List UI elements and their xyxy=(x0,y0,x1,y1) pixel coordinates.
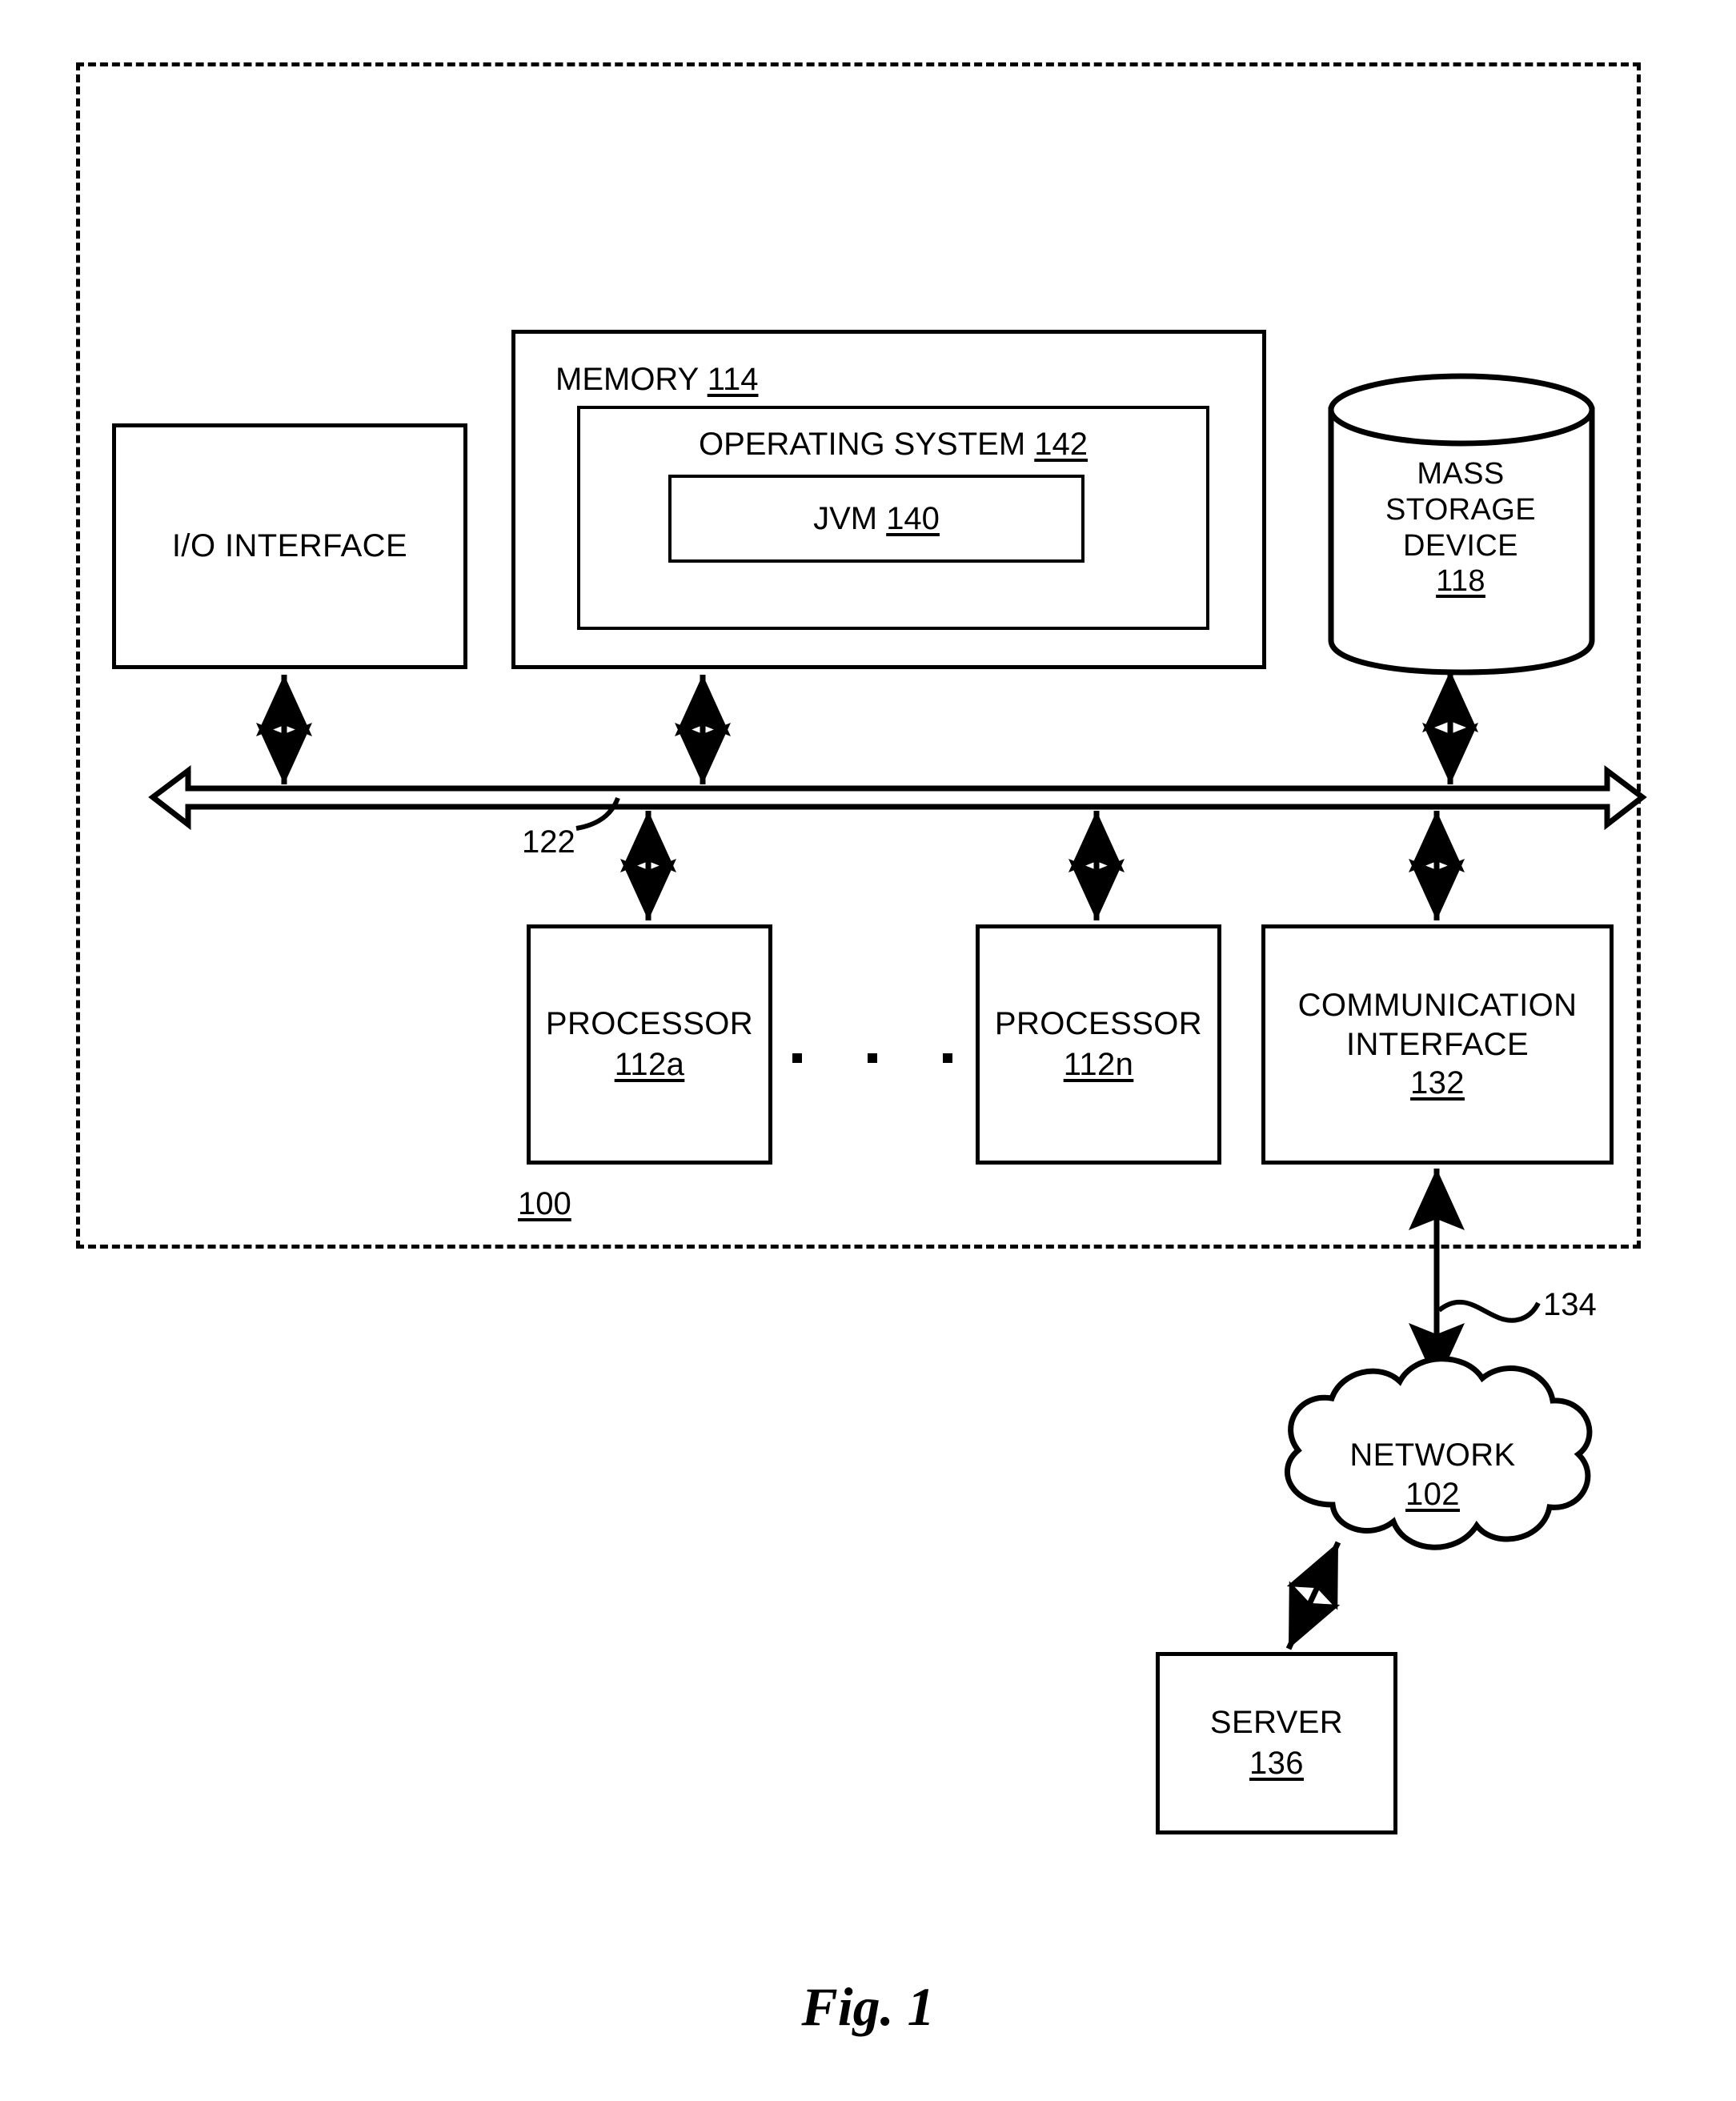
network-ref: 102 xyxy=(1405,1476,1460,1512)
server-box: SERVER 136 xyxy=(1156,1652,1397,1834)
mass-storage-device: MASS STORAGE DEVICE 118 xyxy=(1329,376,1593,664)
ellipsis-dot xyxy=(868,1053,877,1063)
processor-a-box: PROCESSOR 112a xyxy=(527,924,772,1165)
memory-box: MEMORY 114 OPERATING SYSTEM 142 JVM 140 xyxy=(511,330,1266,669)
ellipsis-dot xyxy=(943,1053,952,1063)
io-interface-label: I/O INTERFACE xyxy=(171,528,408,563)
operating-system-title: OPERATING SYSTEM 142 xyxy=(580,427,1206,463)
memory-ref: 114 xyxy=(707,362,759,397)
mass-storage-line3: DEVICE xyxy=(1403,528,1518,563)
mass-storage-line1: MASS xyxy=(1417,457,1505,491)
operating-system-label: OPERATING SYSTEM xyxy=(698,427,1026,462)
ellipsis-dot xyxy=(792,1053,802,1063)
mass-storage-line2: STORAGE xyxy=(1385,492,1536,527)
network-text: NETWORK 102 xyxy=(1273,1436,1593,1514)
memory-title: MEMORY 114 xyxy=(555,362,758,398)
system-ref-numeral: 100 xyxy=(518,1186,571,1221)
jvm-ref: 140 xyxy=(886,500,940,536)
processor-n-ref: 112n xyxy=(1063,1047,1134,1082)
io-interface-box: I/O INTERFACE xyxy=(112,423,467,669)
mass-storage-ref: 118 xyxy=(1436,564,1485,599)
communication-interface-ref: 132 xyxy=(1410,1065,1465,1101)
processor-n-box: PROCESSOR 112n xyxy=(976,924,1221,1165)
network-cloud: NETWORK 102 xyxy=(1273,1375,1593,1575)
server-ref: 136 xyxy=(1249,1746,1304,1781)
communication-interface-box: COMMUNICATION INTERFACE 132 xyxy=(1261,924,1614,1165)
operating-system-box: OPERATING SYSTEM 142 JVM 140 xyxy=(577,406,1209,630)
mass-storage-text: MASS STORAGE DEVICE 118 xyxy=(1329,456,1593,599)
jvm-box: JVM 140 xyxy=(668,475,1084,563)
network-link-ref-numeral: 134 xyxy=(1543,1287,1597,1322)
network-link-leader xyxy=(1437,1299,1541,1323)
operating-system-ref: 142 xyxy=(1034,427,1089,462)
processor-n-label: PROCESSOR xyxy=(994,1005,1203,1041)
processor-ellipsis xyxy=(792,1048,952,1068)
patent-figure-1: I/O INTERFACE MEMORY 114 OPERATING SYSTE… xyxy=(0,0,1736,2101)
communication-interface-line1: COMMUNICATION xyxy=(1297,987,1578,1023)
network-label: NETWORK xyxy=(1349,1437,1516,1473)
server-label: SERVER xyxy=(1209,1704,1344,1740)
jvm-label: JVM xyxy=(813,500,878,536)
memory-label: MEMORY xyxy=(555,362,699,397)
communication-interface-line2: INTERFACE xyxy=(1345,1026,1530,1062)
processor-a-label: PROCESSOR xyxy=(545,1005,754,1041)
bus-ref-numeral: 122 xyxy=(522,824,575,860)
processor-a-ref: 112a xyxy=(614,1047,685,1082)
figure-caption: Fig. 1 xyxy=(801,1976,935,2037)
